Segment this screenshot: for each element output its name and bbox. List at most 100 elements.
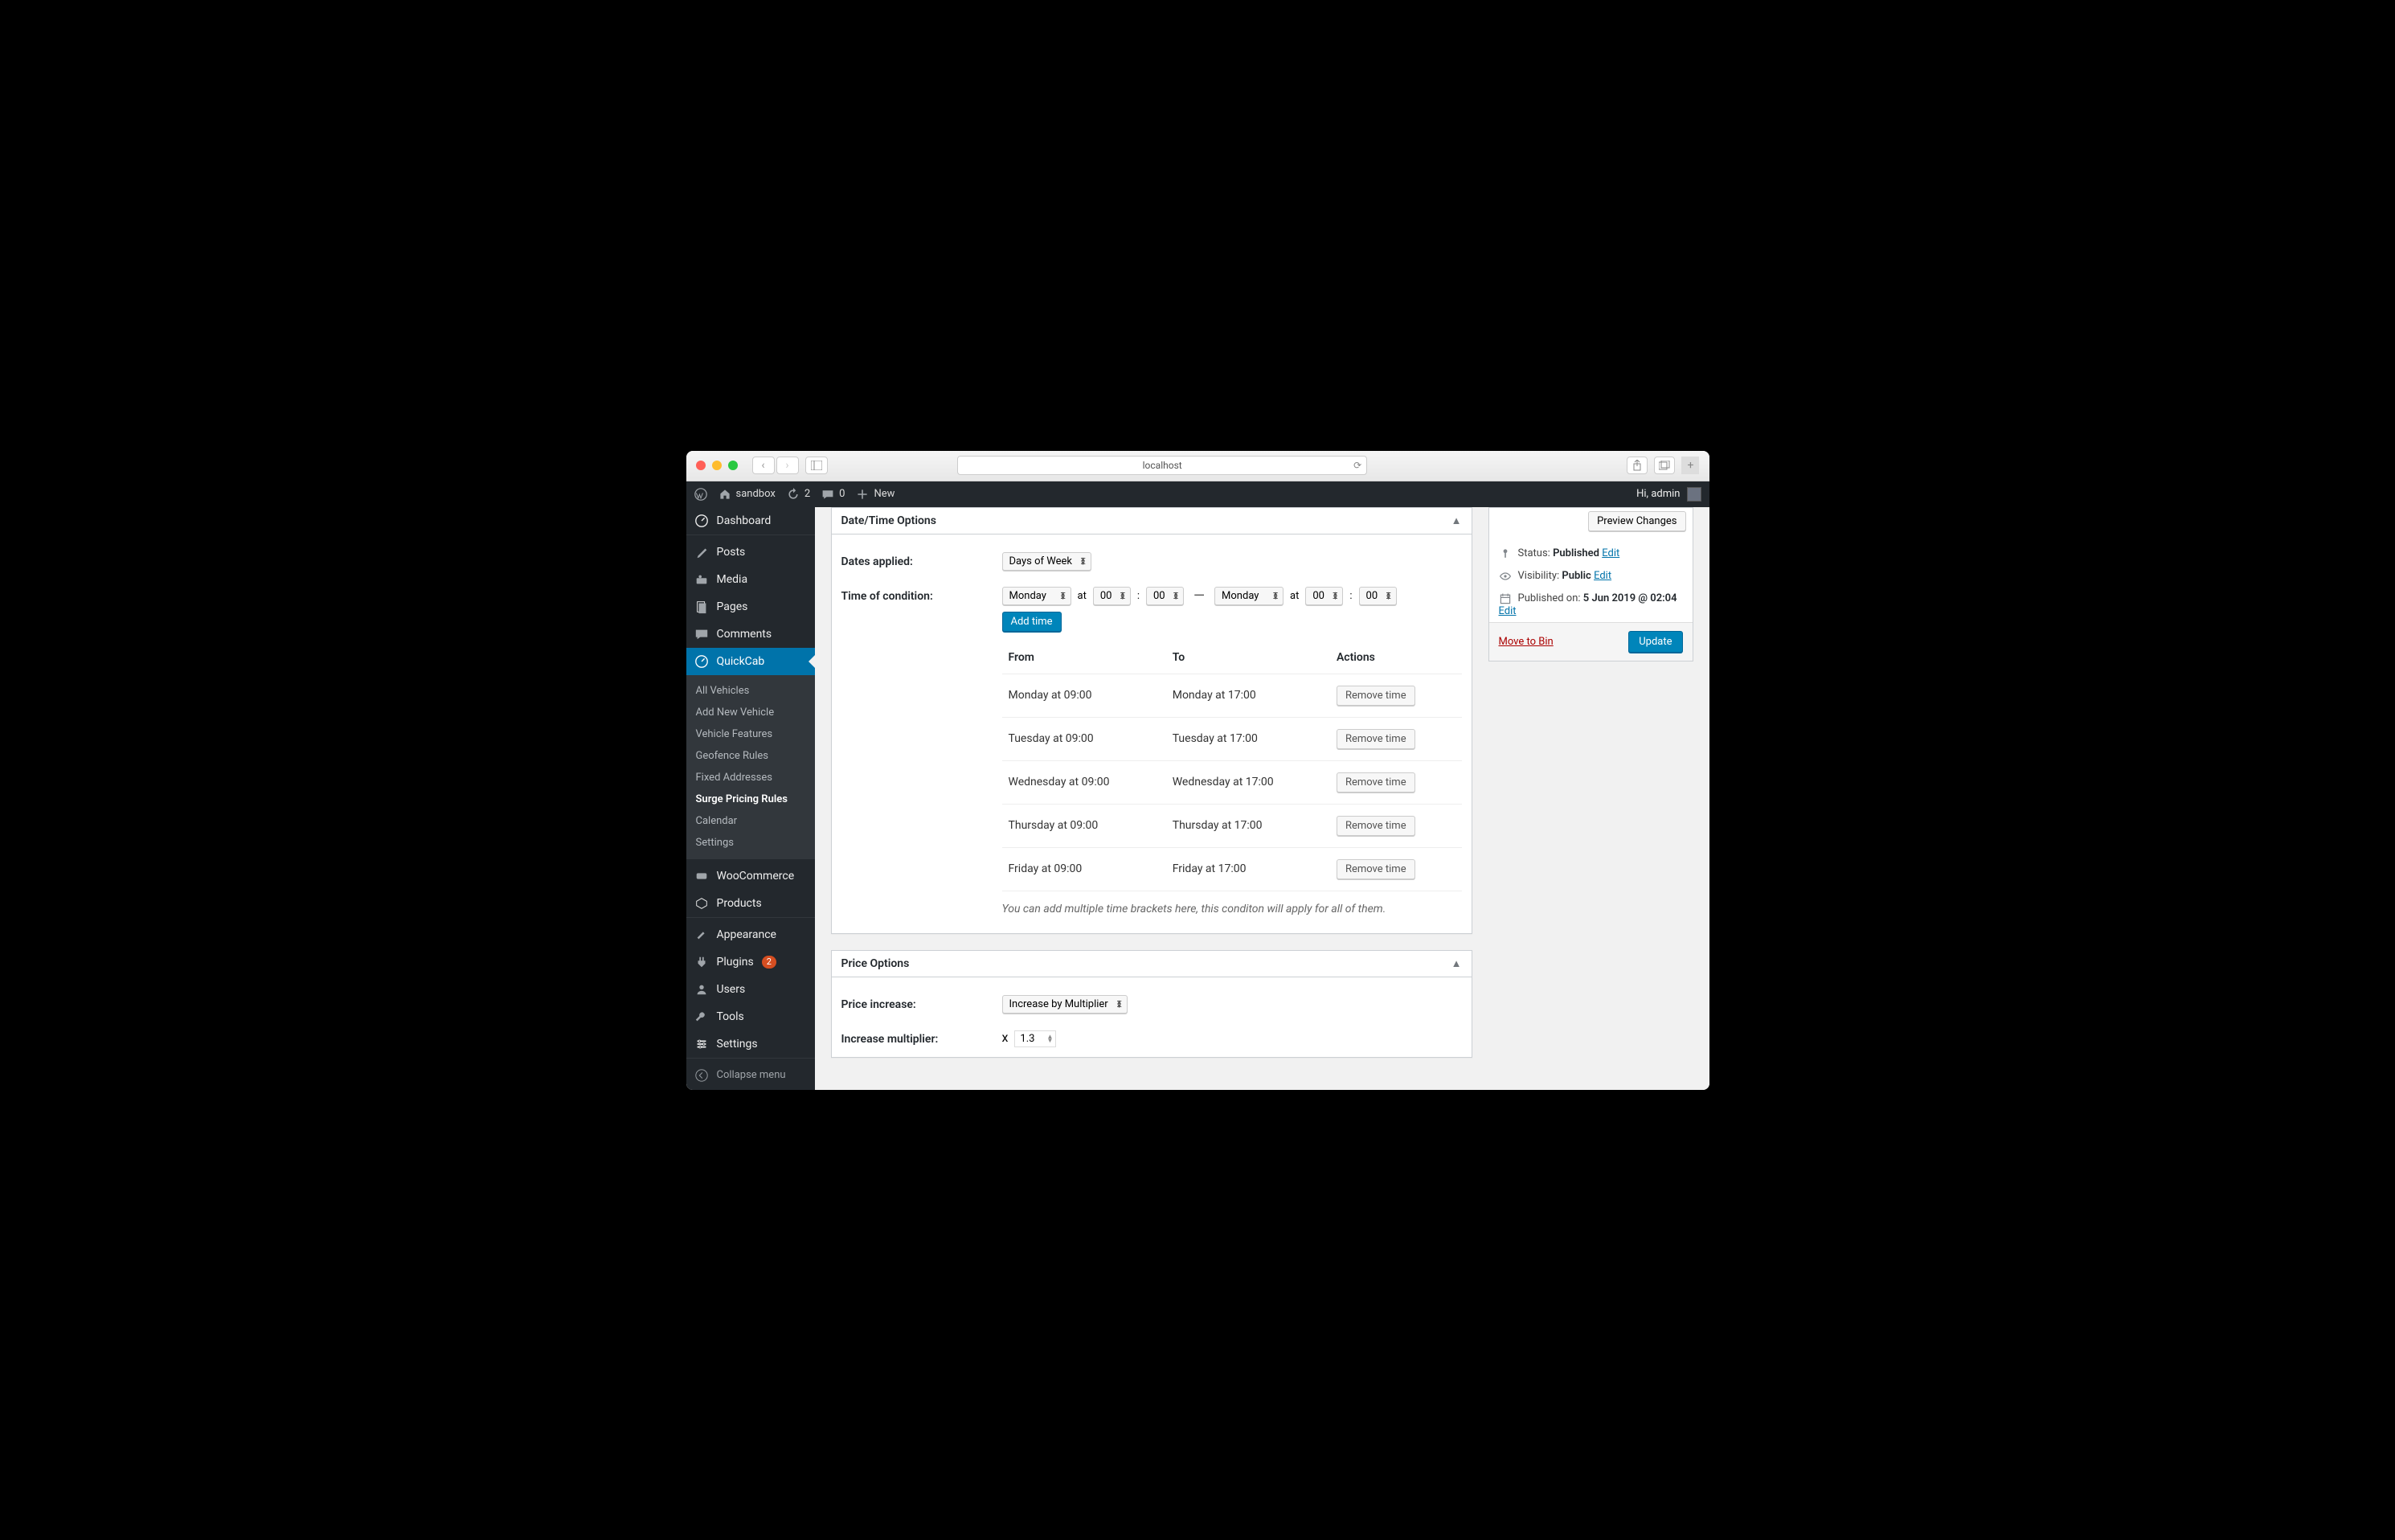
time-condition-label: Time of condition: xyxy=(841,587,1002,603)
pin-icon xyxy=(1499,547,1512,560)
price-options-box: Price Options ▲ Price increase: Increase… xyxy=(831,950,1472,1058)
at-label-2: at xyxy=(1290,590,1299,602)
titlebar: ‹ › localhost ⟳ + xyxy=(686,451,1709,481)
published-value: 5 Jun 2019 @ 02:04 xyxy=(1583,592,1677,604)
collapse-icon[interactable]: ▲ xyxy=(1451,957,1462,970)
site-link[interactable]: sandbox xyxy=(718,488,776,501)
back-button[interactable]: ‹ xyxy=(752,457,775,474)
to-day-select[interactable]: Monday xyxy=(1214,587,1283,605)
cell-to: Friday at 17:00 xyxy=(1166,847,1330,891)
table-row: Monday at 09:00Monday at 17:00 Remove tim… xyxy=(1002,674,1462,717)
cell-from: Tuesday at 09:00 xyxy=(1002,717,1166,760)
menu-appearance[interactable]: Appearance xyxy=(686,921,815,948)
comments-count: 0 xyxy=(839,488,845,500)
preview-changes-button[interactable]: Preview Changes xyxy=(1588,511,1685,531)
admin-menu: Dashboard Posts Media Pages Comments Qui… xyxy=(686,507,815,1090)
remove-time-button[interactable]: Remove time xyxy=(1337,859,1415,879)
plugins-badge: 2 xyxy=(762,956,776,969)
at-label: at xyxy=(1078,590,1087,602)
add-time-button[interactable]: Add time xyxy=(1002,612,1062,632)
dates-applied-label: Dates applied: xyxy=(841,552,1002,568)
sidebar-toggle[interactable] xyxy=(805,457,828,474)
datetime-options-box: Date/Time Options ▲ Dates applied: Days … xyxy=(831,507,1472,934)
submenu-all-vehicles[interactable]: All Vehicles xyxy=(686,680,815,702)
forward-button[interactable]: › xyxy=(776,457,799,474)
menu-posts[interactable]: Posts xyxy=(686,539,815,566)
submenu-fixed-addresses[interactable]: Fixed Addresses xyxy=(686,767,815,788)
share-icon[interactable] xyxy=(1627,457,1648,474)
from-hour-select[interactable]: 00 xyxy=(1093,587,1131,605)
from-min-select[interactable]: 00 xyxy=(1146,587,1184,605)
menu-users[interactable]: Users xyxy=(686,976,815,1003)
to-min-select[interactable]: 00 xyxy=(1359,587,1397,605)
calendar-icon xyxy=(1499,592,1512,605)
menu-woocommerce[interactable]: WooCommerce xyxy=(686,862,815,890)
updates-count: 2 xyxy=(804,488,810,500)
edit-visibility[interactable]: Edit xyxy=(1594,570,1611,582)
menu-settings[interactable]: Settings xyxy=(686,1030,815,1058)
datetime-title: Date/Time Options xyxy=(841,514,936,527)
cell-to: Tuesday at 17:00 xyxy=(1166,717,1330,760)
updates-link[interactable]: 2 xyxy=(787,488,810,501)
datetime-header[interactable]: Date/Time Options ▲ xyxy=(832,508,1472,534)
wp-adminbar: sandbox 2 0 New Hi, admin xyxy=(686,481,1709,507)
menu-tools[interactable]: Tools xyxy=(686,1003,815,1030)
th-from: From xyxy=(1002,641,1166,674)
stepper-icon[interactable]: ▲▼ xyxy=(1046,1034,1053,1042)
quickcab-submenu: All Vehicles Add New Vehicle Vehicle Fea… xyxy=(686,675,815,858)
menu-quickcab[interactable]: QuickCab xyxy=(686,648,815,675)
cell-from: Monday at 09:00 xyxy=(1002,674,1166,717)
cell-from: Thursday at 09:00 xyxy=(1002,804,1166,847)
menu-comments[interactable]: Comments xyxy=(686,621,815,648)
edit-date[interactable]: Edit xyxy=(1499,605,1517,617)
comments-link[interactable]: 0 xyxy=(821,488,845,501)
submenu-settings[interactable]: Settings xyxy=(686,832,815,854)
time-brackets-table: From To Actions Monday at 09:00Monday at… xyxy=(1002,641,1462,891)
from-day-select[interactable]: Monday xyxy=(1002,587,1071,605)
submenu-surge-pricing[interactable]: Surge Pricing Rules xyxy=(686,788,815,810)
submenu-vehicle-features[interactable]: Vehicle Features xyxy=(686,723,815,745)
minimize-window[interactable] xyxy=(712,461,722,470)
submenu-geofence-rules[interactable]: Geofence Rules xyxy=(686,745,815,767)
close-window[interactable] xyxy=(696,461,706,470)
price-increase-select[interactable]: Increase by Multiplier xyxy=(1002,995,1128,1014)
cell-from: Friday at 09:00 xyxy=(1002,847,1166,891)
greeting[interactable]: Hi, admin xyxy=(1636,488,1680,500)
status-value: Published xyxy=(1553,547,1599,559)
menu-plugins[interactable]: Plugins2 xyxy=(686,948,815,976)
table-row: Wednesday at 09:00Wednesday at 17:00Remo… xyxy=(1002,760,1462,804)
tabs-icon[interactable] xyxy=(1654,457,1675,474)
menu-pages[interactable]: Pages xyxy=(686,593,815,621)
move-to-bin[interactable]: Move to Bin xyxy=(1499,636,1554,648)
maximize-window[interactable] xyxy=(728,461,738,470)
menu-media[interactable]: Media xyxy=(686,566,815,593)
collapse-icon[interactable]: ▲ xyxy=(1451,514,1462,527)
to-hour-select[interactable]: 00 xyxy=(1305,587,1343,605)
remove-time-button[interactable]: Remove time xyxy=(1337,816,1415,836)
remove-time-button[interactable]: Remove time xyxy=(1337,772,1415,793)
update-button[interactable]: Update xyxy=(1628,631,1682,653)
new-tab-button[interactable]: + xyxy=(1681,457,1699,474)
browser-window: ‹ › localhost ⟳ + sandbox 2 0 New Hi, ad… xyxy=(686,451,1709,1090)
remove-time-button[interactable]: Remove time xyxy=(1337,686,1415,706)
status-label: Status: xyxy=(1518,547,1550,559)
eye-icon xyxy=(1499,570,1512,583)
submenu-add-new-vehicle[interactable]: Add New Vehicle xyxy=(686,702,815,723)
reload-icon[interactable]: ⟳ xyxy=(1353,460,1361,471)
new-link[interactable]: New xyxy=(856,488,895,501)
traffic-lights xyxy=(696,461,738,470)
edit-status[interactable]: Edit xyxy=(1602,547,1619,559)
cell-to: Monday at 17:00 xyxy=(1166,674,1330,717)
th-actions: Actions xyxy=(1330,641,1462,674)
avatar[interactable] xyxy=(1687,487,1701,502)
price-title: Price Options xyxy=(841,957,910,970)
menu-collapse[interactable]: Collapse menu xyxy=(686,1062,815,1089)
dates-applied-select[interactable]: Days of Week xyxy=(1002,552,1091,571)
remove-time-button[interactable]: Remove time xyxy=(1337,729,1415,749)
wp-logo[interactable] xyxy=(694,488,707,501)
price-header[interactable]: Price Options ▲ xyxy=(832,951,1472,977)
url-bar[interactable]: localhost ⟳ xyxy=(957,456,1367,475)
menu-products[interactable]: Products xyxy=(686,890,815,917)
submenu-calendar[interactable]: Calendar xyxy=(686,810,815,832)
menu-dashboard[interactable]: Dashboard xyxy=(686,507,815,534)
